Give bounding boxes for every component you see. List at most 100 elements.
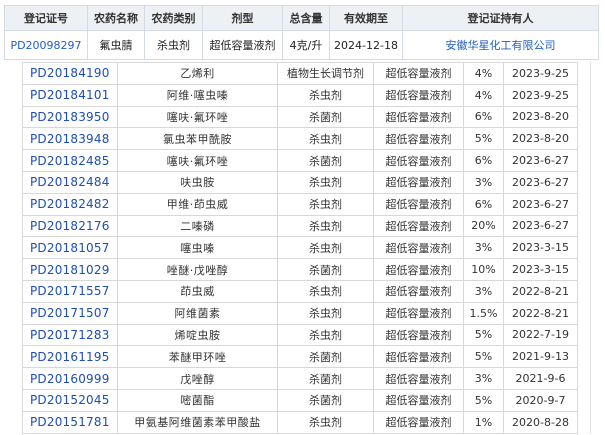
product-code-link[interactable]: PD20183950 [22,105,118,129]
product-name: 乙烯利 [117,62,278,85]
product-category: 杀虫剂 [277,323,374,347]
product-formulation: 超低容量液剂 [373,388,464,412]
product-content: 3% [463,236,504,260]
column-header-holder: 登记证持有人 [402,5,599,31]
table-row[interactable]: PD20181029 唑醚·戊唑醇 杀菌剂 超低容量液剂 10% 2023-3-15 [22,258,578,281]
product-code-link[interactable]: PD20183948 [22,127,118,151]
product-code-link[interactable]: PD20171557 [22,279,118,303]
product-formulation: 超低容量液剂 [373,258,464,281]
product-name: 烯啶虫胺 [117,323,278,347]
product-formulation: 超低容量液剂 [373,192,464,216]
product-content: 6% [463,105,504,129]
table-row[interactable]: PD20171507 阿维菌素 杀虫剂 超低容量液剂 1.5% 2022-8-21 [22,301,578,325]
product-category: 杀虫剂 [277,279,374,303]
table-row[interactable]: PD20152045 嘧菌酯 杀菌剂 超低容量液剂 5% 2020-9-7 [22,388,578,412]
product-name: 甲维·茚虫威 [117,192,278,216]
product-category: 杀虫剂 [277,236,374,260]
product-code-link[interactable]: PD20184101 [22,83,118,107]
product-expiry: 2023-9-25 [503,83,578,107]
record-reg-no-link[interactable]: PD20098297 [4,30,88,60]
product-code-link[interactable]: PD20151781 [22,410,118,434]
product-name: 嘧菌酯 [117,388,278,412]
table-row[interactable]: PD20151781 甲氨基阿维菌素苯甲酸盐 杀虫剂 超低容量液剂 1% 2020-8-2… [22,410,578,434]
product-code-link[interactable]: PD20161195 [22,345,118,369]
related-products-table: PD20184190 乙烯利 植物生长调节剂 超低容量液剂 4% 2023-9-25 PD2… [22,62,578,434]
product-content: 1% [463,410,504,434]
table-row[interactable]: PD20171557 茚虫威 杀虫剂 超低容量液剂 3% 2022-8-21 [22,279,578,303]
table-row[interactable]: PD20183948 氯虫苯甲酰胺 杀虫剂 超低容量液剂 5% 2023-8-20 [22,127,578,151]
product-name: 氯虫苯甲酰胺 [117,127,278,151]
product-content: 5% [463,127,504,151]
product-name: 呋虫胺 [117,170,278,194]
product-category: 杀虫剂 [277,301,374,325]
product-formulation: 超低容量液剂 [373,279,464,303]
product-code-link[interactable]: PD20182484 [22,170,118,194]
product-category: 杀虫剂 [277,410,374,434]
table-row[interactable]: PD20182482 甲维·茚虫威 杀虫剂 超低容量液剂 6% 2023-6-27 [22,192,578,216]
product-formulation: 超低容量液剂 [373,323,464,347]
product-name: 戊唑醇 [117,367,278,390]
product-expiry: 2023-8-20 [503,127,578,151]
product-code-link[interactable]: PD20182482 [22,192,118,216]
product-expiry: 2023-8-20 [503,105,578,129]
product-expiry: 2023-3-15 [503,258,578,281]
product-category: 杀虫剂 [277,170,374,194]
table-row[interactable]: PD20181057 噻虫嗪 杀虫剂 超低容量液剂 3% 2023-3-15 [22,236,578,260]
product-code-link[interactable]: PD20152045 [22,388,118,412]
table-row[interactable]: PD20182176 二嗪磷 杀虫剂 超低容量液剂 20% 2023-6-27 [22,214,578,238]
record-holder-link[interactable]: 安徽华星化工有限公司 [402,30,599,60]
product-content: 4% [463,83,504,107]
product-expiry: 2023-6-27 [503,149,578,172]
product-expiry: 2021-9-13 [503,345,578,369]
product-category: 植物生长调节剂 [277,62,374,85]
product-formulation: 超低容量液剂 [373,105,464,129]
list-frame-border [590,62,591,434]
product-code-link[interactable]: PD20181057 [22,236,118,260]
table-row[interactable]: PD20161195 苯醚甲环唑 杀菌剂 超低容量液剂 5% 2021-9-13 [22,345,578,369]
product-name: 阿维·噻虫嗪 [117,83,278,107]
product-code-link[interactable]: PD20160999 [22,367,118,390]
table-row[interactable]: PD20183950 噻呋·氟环唑 杀菌剂 超低容量液剂 6% 2023-8-20 [22,105,578,129]
product-content: 3% [463,367,504,390]
product-category: 杀菌剂 [277,149,374,172]
product-code-link[interactable]: PD20184190 [22,62,118,85]
table-row[interactable]: PD20184190 乙烯利 植物生长调节剂 超低容量液剂 4% 2023-9-25 [22,62,578,85]
product-content: 5% [463,388,504,412]
product-name: 噻呋·氟环唑 [117,105,278,129]
product-content: 5% [463,345,504,369]
product-code-link[interactable]: PD20182176 [22,214,118,238]
table-row[interactable]: PD20184101 阿维·噻虫嗪 杀虫剂 超低容量液剂 4% 2023-9-25 [22,83,578,107]
record-name: 氟虫腈 [87,30,145,60]
product-category: 杀菌剂 [277,105,374,129]
product-category: 杀虫剂 [277,214,374,238]
product-content: 3% [463,170,504,194]
product-expiry: 2023-6-27 [503,192,578,216]
record-content: 4克/升 [282,30,330,60]
table-row[interactable]: PD20182485 噻呋·氟环唑 杀菌剂 超低容量液剂 6% 2023-6-27 [22,149,578,172]
product-category: 杀虫剂 [277,83,374,107]
record-expiry: 2024-12-18 [329,30,403,60]
product-content: 6% [463,192,504,216]
product-code-link[interactable]: PD20171283 [22,323,118,347]
product-name: 噻虫嗪 [117,236,278,260]
product-code-link[interactable]: PD20171507 [22,301,118,325]
product-category: 杀菌剂 [277,345,374,369]
product-content: 3% [463,279,504,303]
table-row[interactable]: PD20171283 烯啶虫胺 杀虫剂 超低容量液剂 5% 2022-7-19 [22,323,578,347]
product-content: 1.5% [463,301,504,325]
product-formulation: 超低容量液剂 [373,149,464,172]
product-name: 苯醚甲环唑 [117,345,278,369]
record-category: 杀虫剂 [144,30,203,60]
product-expiry: 2020-9-7 [503,388,578,412]
product-expiry: 2022-8-21 [503,279,578,303]
product-expiry: 2022-7-19 [503,323,578,347]
table-row[interactable]: PD20160999 戊唑醇 杀菌剂 超低容量液剂 3% 2021-9-6 [22,367,578,390]
product-code-link[interactable]: PD20181029 [22,258,118,281]
product-code-link[interactable]: PD20182485 [22,149,118,172]
table-row[interactable]: PD20182484 呋虫胺 杀虫剂 超低容量液剂 3% 2023-6-27 [22,170,578,194]
product-expiry: 2020-8-28 [503,410,578,434]
product-expiry: 2022-8-21 [503,301,578,325]
product-formulation: 超低容量液剂 [373,367,464,390]
product-formulation: 超低容量液剂 [373,410,464,434]
product-content: 4% [463,62,504,85]
